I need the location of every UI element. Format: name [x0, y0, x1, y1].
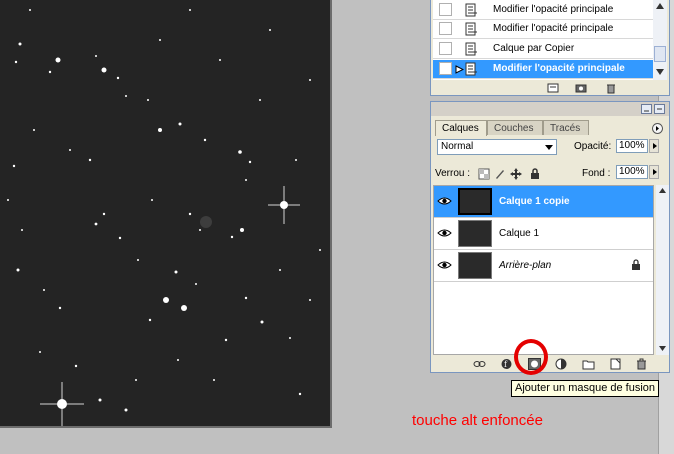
- history-brush-marker-icon: [455, 65, 464, 74]
- history-item-label: Calque par Copier: [493, 43, 575, 54]
- adjustment-layer-icon[interactable]: [555, 358, 568, 370]
- fill-input[interactable]: 100%: [616, 165, 648, 179]
- tab-calques[interactable]: Calques: [435, 120, 487, 136]
- history-item-label: Modifier l'opacité principale: [493, 23, 614, 34]
- close-icon: [657, 108, 662, 110]
- history-scrollbar[interactable]: [653, 0, 667, 80]
- layer-row-calque-1-copie[interactable]: Calque 1 copie: [434, 186, 653, 218]
- tooltip: Ajouter un masque de fusion: [511, 380, 660, 397]
- history-snapshot-checkbox[interactable]: [439, 22, 452, 35]
- eye-icon[interactable]: [437, 227, 452, 239]
- blend-mode-value: Normal: [441, 141, 474, 152]
- close-button[interactable]: [654, 104, 665, 114]
- lock-position-icon[interactable]: [510, 168, 522, 180]
- layers-toolbar: f: [431, 356, 669, 372]
- layer-row-arriere-plan[interactable]: Arrière-plan: [434, 250, 653, 282]
- layers-panel: Calques Couches Tracés Normal Opacité: 1…: [430, 101, 670, 373]
- new-layer-icon[interactable]: [609, 358, 622, 370]
- tab-couches[interactable]: Couches: [487, 120, 543, 135]
- history-snapshot-checkbox[interactable]: [439, 3, 452, 16]
- panel-menu-arrow-icon: [656, 126, 659, 131]
- fill-slider-button[interactable]: [649, 165, 659, 179]
- eye-icon[interactable]: [437, 259, 452, 271]
- layer-thumbnail: [458, 252, 492, 279]
- minimize-icon: [644, 110, 649, 112]
- lock-transparency-icon[interactable]: [478, 168, 490, 180]
- history-state-icon: [465, 3, 477, 17]
- layers-scrollbar[interactable]: [656, 185, 669, 355]
- history-list: Modifier l'opacité principale Modifier l…: [433, 0, 655, 80]
- history-item[interactable]: Modifier l'opacité principale: [433, 20, 655, 39]
- delete-layer-trash-icon[interactable]: [635, 358, 648, 370]
- opacity-slider-button[interactable]: [649, 139, 659, 153]
- history-toolbar: [431, 81, 669, 95]
- eye-icon[interactable]: [437, 195, 452, 207]
- highlight-circle: [514, 339, 548, 375]
- scroll-up-arrow-icon[interactable]: [658, 187, 667, 194]
- annotation-text: touche alt enfoncée: [412, 412, 543, 429]
- tab-traces[interactable]: Tracés: [543, 120, 589, 135]
- history-item-label: Modifier l'opacité principale: [493, 4, 614, 15]
- layer-name: Arrière-plan: [499, 260, 552, 271]
- trash-icon[interactable]: [605, 82, 617, 94]
- history-state-icon: [465, 42, 477, 56]
- lock-label: Verrou :: [435, 168, 471, 179]
- history-item[interactable]: Modifier l'opacité principale: [433, 1, 655, 20]
- layer-thumbnail: [458, 188, 492, 215]
- opacity-input[interactable]: 100%: [616, 139, 648, 153]
- blend-mode-select[interactable]: Normal: [437, 139, 557, 155]
- lock-all-icon[interactable]: [529, 168, 541, 180]
- history-item[interactable]: Calque par Copier: [433, 40, 655, 59]
- history-item-active[interactable]: Modifier l'opacité principale: [433, 60, 655, 79]
- fill-label: Fond :: [582, 168, 611, 179]
- layers-panel-titlebar[interactable]: [431, 102, 669, 116]
- opacity-label: Opacité:: [574, 141, 612, 152]
- new-document-from-state-icon[interactable]: [547, 82, 559, 94]
- minimize-button[interactable]: [641, 104, 652, 114]
- history-snapshot-checkbox[interactable]: [439, 42, 452, 55]
- history-state-icon: [465, 22, 477, 36]
- history-state-icon: [465, 62, 477, 76]
- star-field-image: [0, 0, 330, 426]
- layer-lock-icon: [632, 259, 640, 270]
- layer-style-icon[interactable]: f: [500, 358, 513, 370]
- link-layers-icon[interactable]: [473, 358, 486, 370]
- panel-menu-button[interactable]: [652, 123, 663, 134]
- scroll-down-arrow-icon[interactable]: [655, 68, 665, 76]
- new-group-folder-icon[interactable]: [582, 358, 595, 370]
- history-item-label: Modifier l'opacité principale: [493, 63, 625, 74]
- document-canvas[interactable]: [0, 0, 332, 428]
- scroll-down-arrow-icon[interactable]: [658, 345, 667, 352]
- layer-name: Calque 1 copie: [499, 196, 570, 207]
- layer-row-calque-1[interactable]: Calque 1: [434, 218, 653, 250]
- layer-thumbnail: [458, 220, 492, 247]
- history-panel: Modifier l'opacité principale Modifier l…: [430, 0, 670, 96]
- layer-name: Calque 1: [499, 228, 540, 239]
- chevron-down-icon: [545, 145, 553, 150]
- history-scroll-thumb[interactable]: [654, 46, 666, 62]
- lock-image-pixels-icon[interactable]: [494, 168, 506, 180]
- new-snapshot-icon[interactable]: [575, 82, 587, 94]
- scroll-up-arrow-icon[interactable]: [655, 2, 665, 10]
- history-snapshot-checkbox[interactable]: [439, 62, 452, 75]
- layer-list: Calque 1 copie Calque 1 Arrière-plan: [433, 185, 654, 355]
